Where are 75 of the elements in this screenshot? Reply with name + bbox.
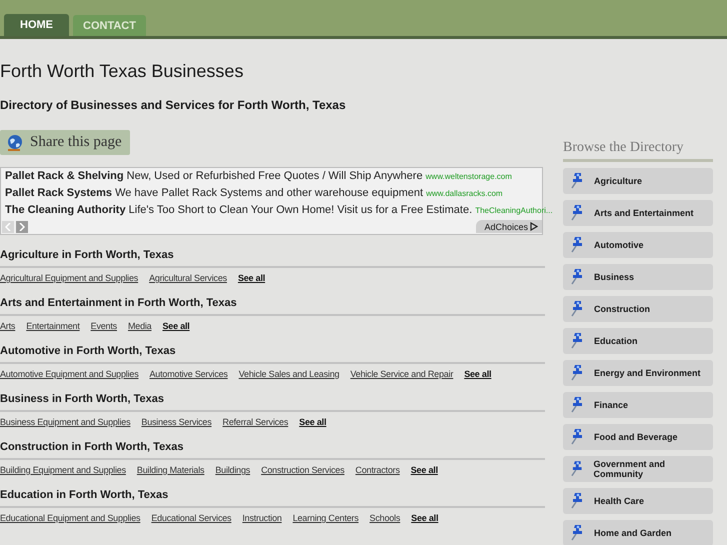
category-link[interactable]: Entertainment: [26, 321, 80, 331]
directory-item[interactable]: Government and Community: [563, 456, 713, 482]
sidebar-title: Browse the Directory: [563, 140, 713, 162]
globe-icon: [6, 134, 24, 152]
section-heading: Education in Forth Worth, Texas: [0, 488, 545, 508]
directory-item[interactable]: Automotive: [563, 232, 713, 258]
pushpin-icon: [570, 204, 584, 222]
directory-item[interactable]: Energy and Environment: [563, 360, 713, 386]
category-link[interactable]: Business Services: [141, 417, 212, 427]
pushpin-icon: [570, 236, 584, 254]
category-link[interactable]: Educational Equipment and Supplies: [0, 513, 140, 523]
pushpin-icon: [570, 492, 584, 510]
section-heading: Agriculture in Forth Worth, Texas: [0, 248, 545, 268]
category-link[interactable]: Automotive Equipment and Supplies: [0, 369, 138, 379]
page-subtitle: Directory of Businesses and Services for Forth Worth, Texas: [0, 97, 347, 113]
ad-link[interactable]: The Cleaning Authority: [5, 204, 126, 216]
ad-link[interactable]: Pallet Rack Systems: [5, 187, 112, 199]
see-all-link[interactable]: See all: [410, 465, 438, 475]
category-link[interactable]: Learning Centers: [292, 513, 359, 523]
pushpin-icon: [570, 300, 584, 318]
section-heading: Arts and Entertainment in Forth Worth, Texas: [0, 296, 545, 316]
play-icon: [530, 222, 538, 231]
category-link[interactable]: Agricultural Equipment and Supplies: [0, 273, 138, 283]
category-link[interactable]: Media: [128, 321, 152, 331]
category-link[interactable]: Automotive Services: [150, 369, 228, 379]
category-link[interactable]: Building Equipment and Supplies: [0, 465, 126, 475]
see-all-link[interactable]: See all: [162, 321, 190, 331]
directory-item[interactable]: Construction: [563, 296, 713, 322]
pushpin-icon: [570, 364, 584, 382]
category-link[interactable]: Instruction: [242, 513, 282, 523]
share-button[interactable]: Share this page: [0, 130, 130, 155]
see-all-link[interactable]: See all: [411, 513, 438, 523]
category-link[interactable]: Agricultural Services: [149, 273, 227, 283]
category-link[interactable]: Educational Services: [151, 513, 232, 523]
category-link[interactable]: Vehicle Sales and Leasing: [238, 369, 340, 379]
pushpin-icon: [570, 172, 584, 190]
category-link[interactable]: Vehicle Service and Repair: [350, 369, 454, 379]
section-heading: Business in Forth Worth, Texas: [0, 392, 545, 412]
category-link[interactable]: Contractors: [355, 465, 400, 475]
section-heading: Automotive in Forth Worth, Texas: [0, 344, 545, 364]
directory-item[interactable]: Home and Garden: [563, 520, 713, 545]
category-link[interactable]: Building Materials: [136, 465, 204, 475]
category-link[interactable]: Construction Services: [261, 465, 344, 475]
directory-item[interactable]: Food and Beverage: [563, 424, 713, 450]
directory-item[interactable]: Finance: [563, 392, 713, 418]
pushpin-icon: [570, 268, 584, 286]
pushpin-icon: [570, 396, 584, 414]
directory-item[interactable]: Education: [563, 328, 713, 354]
pushpin-icon: [570, 524, 584, 542]
pushpin-icon: [570, 460, 584, 478]
section-heading: Construction in Forth Worth, Texas: [0, 440, 545, 460]
directory-item[interactable]: Arts and Entertainment: [563, 200, 713, 226]
chevron-left-icon: [5, 222, 11, 230]
ad-text: Pallet Rack Systems We have Pallet Rack Systems and other warehouse equipment www.dallasracks.com: [4, 186, 504, 201]
pushpin-icon: [570, 332, 584, 350]
see-all-link[interactable]: See all: [464, 369, 492, 379]
ad-text: Pallet Rack & Shelving New, Used or Refurbished Free Quotes / Will Ship Anywhere www.weltenstorage.com: [4, 169, 513, 184]
directory-item[interactable]: Health Care: [563, 488, 713, 514]
category-link[interactable]: Buildings: [215, 465, 250, 475]
page-title: Forth Worth Texas Businesses: [0, 60, 244, 82]
next-button[interactable]: [16, 220, 28, 232]
see-all-link[interactable]: See all: [299, 417, 326, 427]
pushpin-icon: [570, 428, 584, 446]
category-link[interactable]: Events: [90, 321, 117, 331]
directory-item[interactable]: Business: [563, 264, 713, 290]
nav-tab[interactable]: HOME: [4, 14, 69, 36]
see-all-link[interactable]: See all: [238, 273, 266, 283]
category-link[interactable]: Referral Services: [222, 417, 288, 427]
category-link[interactable]: Business Equipment and Supplies: [0, 417, 130, 427]
ad-link[interactable]: Pallet Rack & Shelving: [5, 170, 124, 182]
chevron-right-icon: [19, 222, 25, 230]
category-link[interactable]: Arts: [0, 321, 16, 331]
directory-item[interactable]: Agriculture: [563, 168, 713, 194]
category-link[interactable]: Schools: [370, 513, 400, 523]
adchoices-badge[interactable]: AdChoices: [476, 220, 542, 233]
